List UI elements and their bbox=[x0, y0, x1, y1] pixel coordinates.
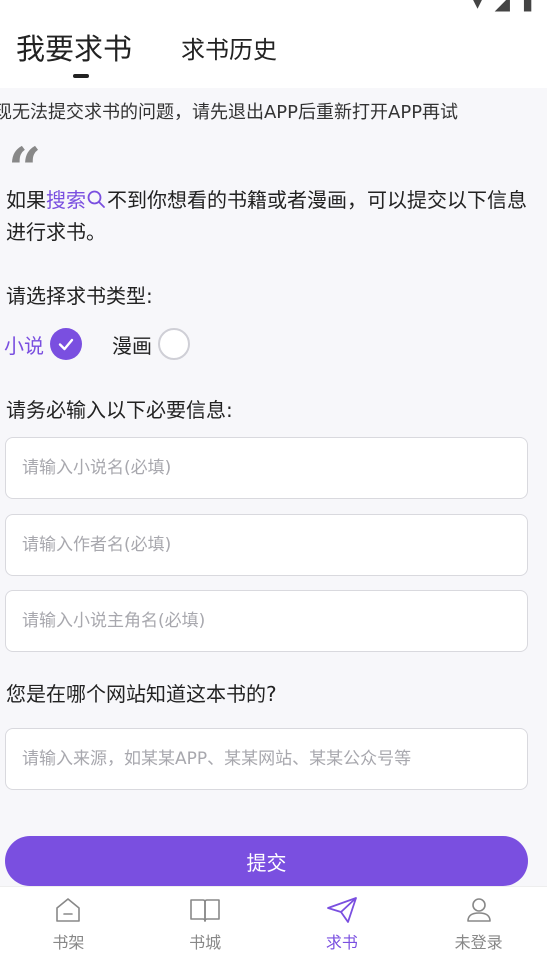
novel-name-input[interactable] bbox=[22, 458, 511, 478]
required-label: 请务必输入以下必要信息: bbox=[6, 398, 233, 422]
wifi-icon: ▾ bbox=[472, 0, 483, 12]
intro-before: 如果 bbox=[6, 188, 46, 212]
bookshelf-icon bbox=[51, 893, 85, 927]
nav-item-bookstore[interactable]: 书城 bbox=[137, 887, 274, 956]
active-tab-indicator bbox=[73, 74, 89, 78]
radio-empty-icon[interactable] bbox=[158, 328, 190, 360]
nav-item-bookshelf[interactable]: 书架 bbox=[0, 887, 137, 956]
nav-item-request[interactable]: 求书 bbox=[274, 887, 411, 956]
search-link[interactable]: 搜索 bbox=[46, 188, 107, 212]
type-selector: 小说 漫画 bbox=[4, 326, 214, 362]
user-icon bbox=[462, 893, 496, 927]
source-field[interactable] bbox=[5, 728, 528, 790]
signal-icon: ◢ bbox=[494, 0, 510, 12]
type-option-comic[interactable]: 漫画 bbox=[112, 328, 190, 360]
search-link-label: 搜索 bbox=[46, 188, 86, 212]
intro-text: 如果搜索 不到你想看的书籍或者漫画，可以提交以下信息进行求书。 bbox=[6, 184, 533, 248]
nav-label: 书城 bbox=[189, 932, 222, 952]
nav-label: 未登录 bbox=[454, 932, 503, 952]
search-icon bbox=[87, 190, 105, 208]
submit-button[interactable]: 提交 bbox=[5, 836, 528, 886]
type-option-label: 小说 bbox=[4, 333, 44, 358]
notice-text: 现无法提交求书的问题，请先退出APP后重新打开APP再试 bbox=[0, 102, 459, 123]
tab-request-history[interactable]: 求书历史 bbox=[181, 30, 277, 65]
protagonist-name-input[interactable] bbox=[22, 611, 511, 631]
author-name-input[interactable] bbox=[22, 535, 511, 555]
notice-marquee: 现无法提交求书的问题，请先退出APP后重新打开APP再试 bbox=[0, 96, 547, 126]
battery-icon: ▮ bbox=[521, 0, 533, 12]
nav-label: 书架 bbox=[52, 932, 85, 952]
book-open-icon bbox=[188, 893, 222, 927]
source-label: 您是在哪个网站知道这本书的? bbox=[6, 682, 277, 706]
paper-plane-icon bbox=[325, 893, 359, 927]
author-name-field[interactable] bbox=[5, 514, 528, 576]
novel-name-field[interactable] bbox=[5, 437, 528, 499]
status-icons: ▾ ◢ ▮ bbox=[473, 0, 533, 12]
tab-request-book[interactable]: 我要求书 bbox=[16, 26, 132, 68]
source-input[interactable] bbox=[22, 749, 511, 769]
type-option-label: 漫画 bbox=[112, 333, 152, 358]
type-label: 请选择求书类型: bbox=[6, 284, 153, 308]
header: 我要求书 求书历史 bbox=[0, 12, 547, 88]
protagonist-name-field[interactable] bbox=[5, 590, 528, 652]
request-form: 现无法提交求书的问题，请先退出APP后重新打开APP再试 “ 如果搜索 不到你想看… bbox=[0, 88, 547, 886]
bottom-nav: 书架 书城 求书 未登录 bbox=[0, 886, 547, 956]
nav-label: 求书 bbox=[325, 932, 358, 952]
checkmark-icon[interactable] bbox=[50, 328, 82, 360]
type-option-novel[interactable]: 小说 bbox=[4, 328, 82, 360]
nav-item-account[interactable]: 未登录 bbox=[410, 887, 547, 956]
status-bar: ▾ ◢ ▮ bbox=[0, 0, 547, 12]
